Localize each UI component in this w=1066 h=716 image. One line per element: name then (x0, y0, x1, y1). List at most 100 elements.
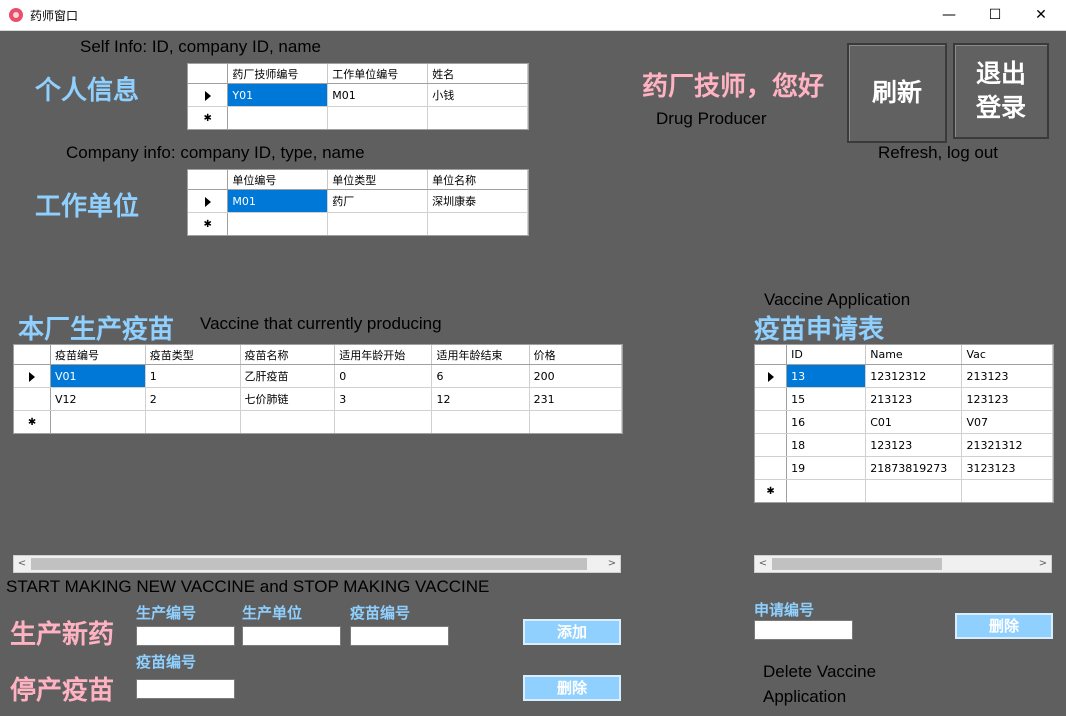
table-cell[interactable] (529, 410, 622, 433)
application-id-input[interactable] (754, 620, 853, 640)
table-row[interactable]: Y01 M01 小钱 (188, 83, 528, 107)
delete-vaccine-button[interactable]: 删除 (523, 675, 621, 701)
scroll-right-arrow[interactable]: > (604, 556, 620, 572)
table-cell[interactable] (227, 106, 329, 129)
scroll-right-arrow[interactable]: > (1035, 556, 1051, 572)
table-cell[interactable]: 6 (431, 364, 530, 388)
row-header[interactable] (14, 387, 52, 411)
column-header[interactable]: 价格 (529, 345, 622, 365)
production-id-input[interactable] (136, 626, 235, 646)
production-unit-input[interactable] (242, 626, 341, 646)
table-cell[interactable]: 21873819273 (865, 456, 963, 480)
column-header[interactable]: 适用年龄结束 (431, 345, 530, 365)
column-header[interactable]: Name (865, 345, 963, 365)
scroll-thumb[interactable] (31, 558, 587, 570)
table-cell[interactable]: Y01 (227, 83, 329, 107)
row-header[interactable] (755, 456, 788, 480)
current-row-indicator[interactable] (755, 364, 788, 388)
current-row-indicator[interactable] (14, 364, 52, 388)
table-cell[interactable]: 15 (786, 387, 867, 411)
table-cell[interactable]: 12 (431, 387, 530, 411)
scroll-thumb[interactable] (772, 558, 942, 570)
table-cell[interactable] (427, 106, 528, 129)
column-header[interactable]: 工作单位编号 (327, 64, 429, 84)
table-cell[interactable]: 0 (334, 364, 433, 388)
table-cell[interactable]: V12 (50, 387, 146, 411)
table-cell[interactable]: 3 (334, 387, 433, 411)
new-row[interactable]: ✱ (14, 410, 622, 433)
scroll-left-arrow[interactable]: < (755, 556, 771, 572)
table-cell[interactable]: 3123123 (961, 456, 1053, 480)
column-header[interactable]: 姓名 (427, 64, 528, 84)
new-row[interactable]: ✱ (188, 212, 528, 235)
table-cell[interactable]: 18 (786, 433, 867, 457)
row-header[interactable] (755, 410, 788, 434)
table-cell[interactable] (227, 212, 329, 235)
table-cell[interactable] (427, 212, 528, 235)
company-info-grid[interactable]: 单位编号 单位类型 单位名称 M01 药厂 深圳康泰 ✱ (187, 169, 529, 236)
new-row[interactable]: ✱ (188, 106, 528, 129)
table-cell[interactable]: 深圳康泰 (427, 189, 528, 213)
column-header[interactable]: 单位名称 (427, 170, 528, 190)
table-cell[interactable]: 16 (786, 410, 867, 434)
table-cell[interactable] (961, 479, 1053, 502)
table-cell[interactable]: 123123 (865, 433, 963, 457)
column-header[interactable]: Vac (961, 345, 1053, 365)
stop-vaccine-id-input[interactable] (136, 679, 235, 699)
table-cell[interactable]: 21321312 (961, 433, 1053, 457)
table-cell[interactable]: 123123 (961, 387, 1053, 411)
refresh-button[interactable]: 刷新 (847, 43, 947, 143)
column-header[interactable]: 疫苗编号 (50, 345, 146, 365)
current-row-indicator[interactable] (188, 83, 229, 107)
table-cell[interactable]: V07 (961, 410, 1053, 434)
table-cell[interactable]: 2 (145, 387, 241, 411)
close-button[interactable]: ✕ (1018, 0, 1064, 30)
logout-button[interactable]: 退出登录 (953, 43, 1049, 139)
table-row[interactable]: 19 21873819273 3123123 (755, 456, 1053, 480)
table-row[interactable]: V01 1 乙肝疫苗 0 6 200 (14, 364, 622, 388)
table-cell[interactable]: M01 (227, 189, 329, 213)
column-header[interactable]: 药厂技师编号 (227, 64, 329, 84)
table-cell[interactable]: 213123 (865, 387, 963, 411)
table-cell[interactable]: 药厂 (327, 189, 429, 213)
table-row[interactable]: M01 药厂 深圳康泰 (188, 189, 528, 213)
personal-info-grid[interactable]: 药厂技师编号 工作单位编号 姓名 Y01 M01 小钱 ✱ (187, 63, 529, 130)
table-cell[interactable] (145, 410, 241, 433)
table-cell[interactable]: 231 (529, 387, 622, 411)
row-header[interactable] (755, 433, 788, 457)
application-grid-scrollbar[interactable]: < > (754, 555, 1052, 573)
column-header[interactable]: 适用年龄开始 (334, 345, 433, 365)
column-header[interactable]: 单位编号 (227, 170, 329, 190)
application-grid[interactable]: ID Name Vac 13 12312312 213123 15 213123… (754, 344, 1054, 503)
minimize-button[interactable]: — (926, 0, 972, 30)
table-cell[interactable] (50, 410, 146, 433)
table-cell[interactable]: 乙肝疫苗 (240, 364, 336, 388)
delete-application-button[interactable]: 删除 (955, 613, 1053, 639)
new-row[interactable]: ✱ (755, 479, 1053, 502)
table-cell[interactable]: 1 (145, 364, 241, 388)
maximize-button[interactable]: ☐ (972, 0, 1018, 30)
table-cell[interactable]: V01 (50, 364, 146, 388)
table-cell[interactable]: 小钱 (427, 83, 528, 107)
table-row[interactable]: 18 123123 21321312 (755, 433, 1053, 457)
table-cell[interactable] (431, 410, 530, 433)
table-cell[interactable]: 13 (786, 364, 867, 388)
table-cell[interactable] (240, 410, 336, 433)
table-cell[interactable]: 213123 (961, 364, 1053, 388)
table-cell[interactable]: C01 (865, 410, 963, 434)
table-cell[interactable] (334, 410, 433, 433)
column-header[interactable]: ID (786, 345, 867, 365)
table-cell[interactable]: 19 (786, 456, 867, 480)
table-cell[interactable]: 12312312 (865, 364, 963, 388)
column-header[interactable]: 疫苗类型 (145, 345, 241, 365)
table-cell[interactable] (327, 106, 429, 129)
table-row[interactable]: 15 213123 123123 (755, 387, 1053, 411)
vaccine-grid-scrollbar[interactable]: < > (13, 555, 621, 573)
table-cell[interactable] (327, 212, 429, 235)
current-row-indicator[interactable] (188, 189, 229, 213)
column-header[interactable]: 疫苗名称 (240, 345, 336, 365)
table-row[interactable]: 13 12312312 213123 (755, 364, 1053, 388)
scroll-left-arrow[interactable]: < (14, 556, 30, 572)
table-cell[interactable] (786, 479, 867, 502)
add-button[interactable]: 添加 (523, 619, 621, 645)
